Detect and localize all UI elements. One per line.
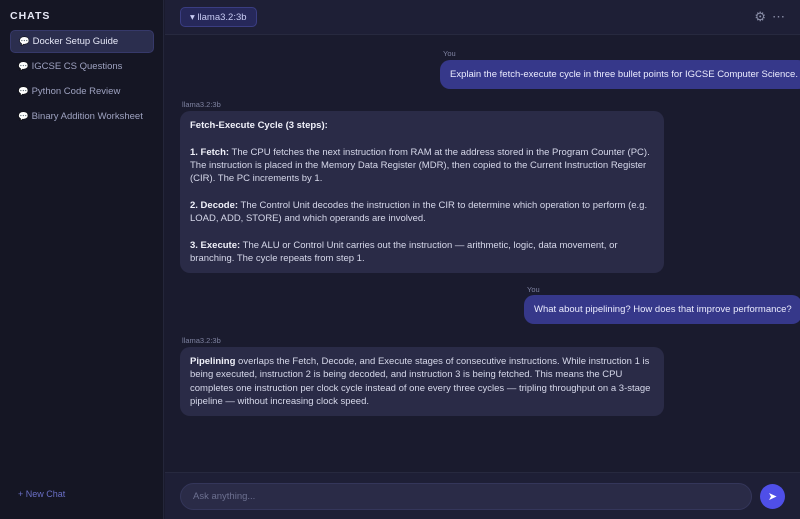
message-sender-label: You — [527, 285, 540, 294]
chat-item-binary-addition-worksheet[interactable]: 💬 Binary Addition Worksheet — [10, 105, 154, 128]
chat-item-label: Python Code Review — [31, 86, 121, 97]
more-options-icon[interactable]: ⋯ — [772, 9, 785, 25]
chat-item-label: Docker Setup Guide — [32, 36, 119, 47]
chat-bubble-icon: 💬 — [18, 61, 29, 71]
chat-bubble-icon: 💬 — [19, 36, 30, 46]
chat-item-label: IGCSE CS Questions — [31, 61, 123, 72]
send-arrow-icon: ➤ — [767, 491, 778, 503]
chat-item-python-code-review[interactable]: 💬 Python Code Review — [10, 80, 154, 103]
sidebar: CHATS 💬 Docker Setup Guide 💬 IGCSE CS Qu… — [0, 0, 164, 519]
message-text: overlaps the Fetch, Decode, and Execute … — [190, 356, 651, 407]
message-sender-label: llama3.2:3b — [182, 336, 221, 345]
step-text: The ALU or Control Unit carries out the … — [190, 239, 618, 264]
composer: ➤ — [165, 472, 800, 519]
assistant-message: Fetch-Execute Cycle (3 steps): 1. Fetch:… — [180, 111, 664, 274]
chat-input-wrapper — [180, 483, 752, 510]
user-message: Explain the fetch-execute cycle in three… — [440, 60, 800, 90]
step-heading: 3. Execute: — [190, 239, 241, 251]
chat-item-docker-setup-guide[interactable]: 💬 Docker Setup Guide — [10, 30, 154, 53]
top-bar: ▾ llama3.2:3b ⚙ ⋯ — [165, 0, 800, 35]
chat-input[interactable] — [181, 484, 751, 509]
step-heading: 1. Fetch: — [190, 146, 230, 158]
message-sender-label: You — [443, 49, 456, 58]
chat-bubble-icon: 💬 — [18, 86, 29, 96]
chat-item-igcse-cs-questions[interactable]: 💬 IGCSE CS Questions — [10, 55, 154, 78]
user-message: What about pipelining? How does that imp… — [524, 295, 800, 325]
step-text: The CPU fetches the next instruction fro… — [190, 146, 650, 185]
sidebar-title: CHATS — [10, 10, 51, 22]
new-chat-button[interactable]: + New Chat — [18, 489, 65, 499]
chat-list: 💬 Docker Setup Guide 💬 IGCSE CS Question… — [10, 30, 154, 130]
main-panel: ▾ llama3.2:3b ⚙ ⋯ You Explain the fetch-… — [165, 0, 800, 519]
model-selector[interactable]: ▾ llama3.2:3b — [180, 7, 257, 27]
step-text: The Control Unit decodes the instruction… — [190, 199, 648, 225]
message-sender-label: llama3.2:3b — [182, 100, 221, 109]
chat-item-label: Binary Addition Worksheet — [31, 111, 143, 122]
top-icons: ⚙ ⋯ — [754, 9, 785, 25]
step-heading: 2. Decode: — [190, 199, 239, 211]
send-button[interactable]: ➤ — [760, 484, 785, 509]
chat-bubble-icon: 💬 — [18, 111, 29, 121]
message-heading: Pipelining — [190, 356, 236, 367]
settings-gear-icon[interactable]: ⚙ — [754, 9, 766, 25]
assistant-message: Pipelining overlaps the Fetch, Decode, a… — [180, 347, 664, 417]
message-list: You Explain the fetch-execute cycle in t… — [165, 36, 800, 471]
message-heading: Fetch-Execute Cycle (3 steps): — [190, 120, 328, 131]
